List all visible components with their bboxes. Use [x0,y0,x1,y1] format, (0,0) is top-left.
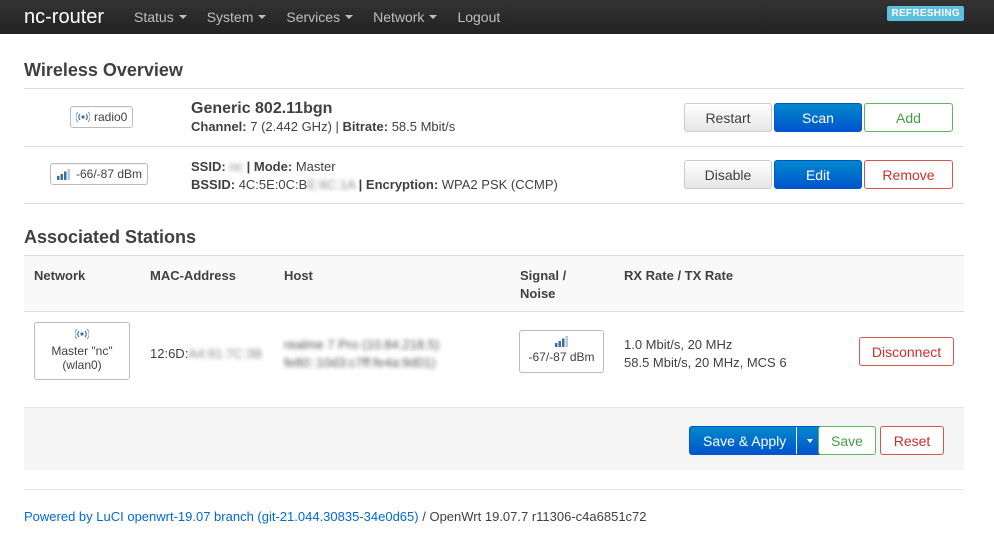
footer-divider [24,489,964,490]
station-mac-hidden: A4:91:7C:3B [188,346,263,361]
disable-button[interactable]: Disable [684,160,772,189]
luci-link[interactable]: Powered by LuCI openwrt-19.07 branch (gi… [24,509,419,524]
stations-table-header: Network MAC-Address Host Signal / Noise … [24,256,964,312]
nav-status[interactable]: Status [134,9,187,25]
radio-badge-label: radio0 [94,110,128,124]
station-rx-rate: 1.0 Mbit/s, 20 MHz [624,337,733,352]
wifi-radio-icon [76,110,90,124]
station-mac-value: 12:6D: [150,346,189,361]
disconnect-button[interactable]: Disconnect [859,337,954,366]
nav-logout[interactable]: Logout [457,9,500,25]
station-host-ipv6: fe80::10d3:c7ff:fe4a:9d01) [284,355,436,370]
chevron-down-icon [258,15,267,19]
station-tx-rate: 58.5 Mbit/s, 20 MHz, MCS 6 [624,355,787,370]
chevron-down-icon [429,15,438,19]
bssid-hidden: E:6C:1A [307,177,356,192]
save-apply-button[interactable]: Save & Apply [690,427,796,454]
chevron-down-icon [345,15,354,19]
edit-button[interactable]: Edit [774,160,862,189]
refreshing-badge[interactable]: REFRESHING [887,6,964,21]
bitrate-label: Bitrate: [342,119,389,134]
station-rates: 1.0 Mbit/s, 20 MHz 58.5 Mbit/s, 20 MHz, … [624,336,787,372]
table-row: Master "nc" (wlan0) 12:6D:A4:91:7C:3B re… [24,312,964,408]
nav-system-label: System [206,9,254,25]
nav-status-label: Status [134,9,174,25]
signal-badge: -66/-87 dBm [50,163,149,185]
wifi-radio-icon [35,327,129,344]
reset-button[interactable]: Reset [880,426,944,455]
col-host: Host [284,268,313,283]
radio-info: Generic 802.11bgn Channel: 7 (2.442 GHz)… [191,100,455,136]
nav-logout-label: Logout [457,9,501,25]
col-mac-address: MAC-Address [150,268,236,283]
bssid-label: BSSID: [191,177,236,192]
ssid-value: nc [229,159,244,174]
network-info: SSID: nc | Mode: Master BSSID: 4C:5E:0C:… [191,158,558,194]
remove-button[interactable]: Remove [864,160,953,189]
radio-title: Generic 802.11bgn [191,100,333,117]
ssid-label: SSID: [191,159,226,174]
separator: | [335,119,339,134]
col-network: Network [34,268,86,283]
restart-button[interactable]: Restart [684,103,772,132]
bitrate-value: 58.5 Mbit/s [391,119,456,134]
station-signal-badge: -67/-87 dBm [519,330,604,373]
caret-down-icon [807,438,814,443]
signal-badge-label: -66/-87 dBm [76,167,143,181]
col-signal-noise: Signal / Noise [520,267,566,303]
station-network-name: Master "nc" [51,344,113,358]
stations-table: Network MAC-Address Host Signal / Noise … [24,255,964,408]
station-host-ipv4: realme 7 Pro (10.84.218.5) [284,337,440,352]
footer: Powered by LuCI openwrt-19.07 branch (gi… [24,509,647,524]
nav-network-label: Network [373,9,425,25]
form-action-bar: Save & Apply Save Reset [24,407,964,470]
associated-stations-heading: Associated Stations [24,227,197,247]
scan-button[interactable]: Scan [774,103,862,132]
nav-network[interactable]: Network [373,9,438,25]
bssid-value: 4C:5E:0C:B [238,177,308,192]
station-signal-value: -67/-87 dBm [528,350,595,364]
nav-system[interactable]: System [207,9,267,25]
radio-badge: radio0 [70,106,134,128]
add-button[interactable]: Add [864,103,953,132]
col-signal-label: Signal / [520,268,567,283]
nav-services[interactable]: Services [286,9,354,25]
top-navbar: nc-router Status System Services Network… [0,0,994,34]
signal-strength-icon [520,335,603,350]
nav-services-label: Services [286,9,341,25]
station-network-badge[interactable]: Master "nc" (wlan0) [34,322,130,380]
signal-strength-icon [56,168,72,180]
col-rx-tx-rate: RX Rate / TX Rate [624,268,734,283]
station-host: realme 7 Pro (10.84.218.5) fe80::10d3:c7… [284,336,439,372]
station-network-iface: (wlan0) [62,358,102,372]
channel-label: Channel: [191,119,247,134]
chevron-down-icon [178,15,187,19]
mode-label: | Mode: [246,159,293,174]
encryption-value: WPA2 PSK (CCMP) [441,177,558,192]
radio-row: radio0 Generic 802.11bgn Channel: 7 (2.4… [24,89,964,147]
wireless-overview-heading: Wireless Overview [24,60,183,80]
mode-value: Master [295,159,336,174]
col-noise-label: Noise [520,286,556,301]
channel-value: 7 (2.442 GHz) [250,119,332,134]
save-button[interactable]: Save [818,426,876,455]
brand-logo[interactable]: nc-router [24,6,134,29]
save-apply-split-button: Save & Apply [689,426,825,455]
station-mac: 12:6D:A4:91:7C:3B [150,345,262,363]
encryption-label: | Encryption: [358,177,439,192]
network-row: -66/-87 dBm SSID: nc | Mode: Master BSSI… [24,147,964,204]
wireless-overview-table: radio0 Generic 802.11bgn Channel: 7 (2.4… [24,88,964,204]
openwrt-version: / OpenWrt 19.07.7 r11306-c4a6851c72 [422,509,647,524]
